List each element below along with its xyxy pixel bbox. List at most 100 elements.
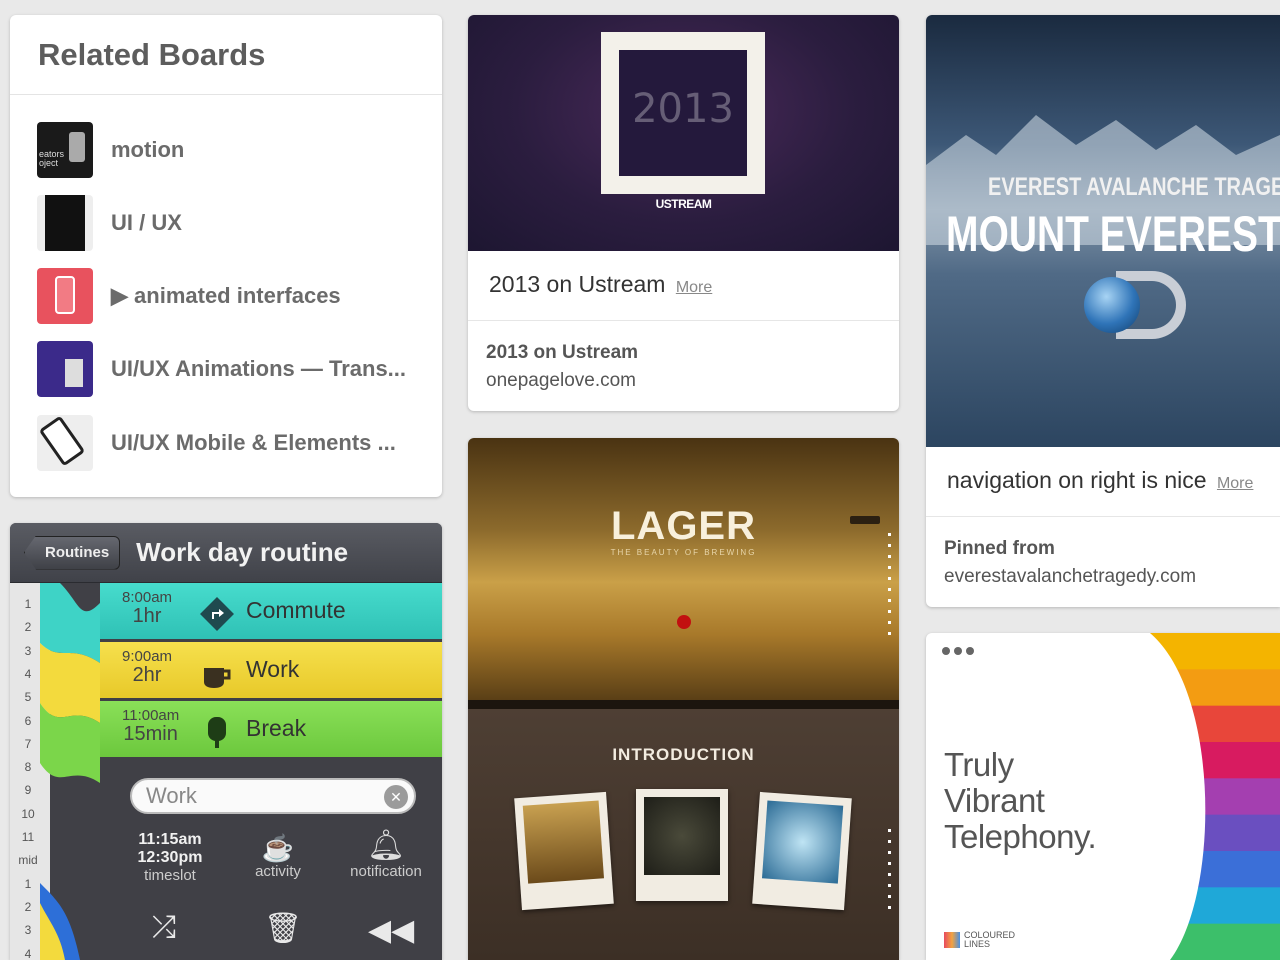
row-name: Break [246, 715, 307, 741]
trash-icon[interactable]: 🗑︎ [264, 911, 302, 946]
lager-intro-section: INTRODUCTION [468, 709, 899, 960]
pin-caption: navigation on right is nice More [926, 447, 1280, 517]
everest-pin-image[interactable]: EVEREST AVALANCHE TRAGED MOUNT EVEREST I… [926, 15, 1280, 447]
board-item-ui-ux[interactable]: UI / UX [37, 195, 182, 251]
ruler-tick: mid [18, 853, 38, 868]
rewind-icon[interactable]: ◀◀ [368, 913, 414, 948]
routine-row-work[interactable]: 9:00am 2hr Work [100, 642, 442, 698]
intro-heading: INTRODUCTION [612, 745, 755, 764]
board-thumbnail [37, 268, 93, 324]
headline: Truly Vibrant Telephony. [944, 746, 1097, 855]
scroll-dot-icon [677, 615, 691, 629]
pin-source[interactable]: Pinned from everestavalanchetragedy.com [926, 517, 1280, 607]
lager-subtitle: THE BEAUTY OF BREWING [610, 548, 757, 557]
lager-hero-image: LAGER THE BEAUTY OF BREWING [468, 438, 899, 700]
bell-icon: 🔔︎ [366, 829, 406, 862]
coloured-lines-logo: COLOURED LINES [944, 931, 1015, 949]
ustream-pin-image[interactable]: 2013 USTREAM [468, 15, 899, 251]
coloured-lines-pin[interactable]: Truly Vibrant Telephony. COLOURED LINES [926, 633, 1280, 960]
headline-line-1: EVEREST AVALANCHE TRAGED [988, 173, 1280, 201]
related-boards-title: Related Boards [10, 15, 442, 95]
board-thumbnail [37, 341, 93, 397]
more-link[interactable]: More [676, 279, 712, 296]
ruler-tick: 5 [24, 690, 32, 705]
activity-search-input[interactable] [132, 780, 372, 812]
activity-button[interactable]: ☕ activity [248, 833, 308, 880]
logo-text: COLOURED LINES [964, 930, 1016, 949]
everest-pin[interactable]: EVEREST AVALANCHE TRAGED MOUNT EVEREST I… [926, 15, 1280, 607]
lager-pin[interactable]: LAGER THE BEAUTY OF BREWING INTRODUCTION [468, 438, 899, 960]
board-thumbnail [37, 195, 93, 251]
routines-back-button[interactable]: Routines [24, 535, 121, 570]
nav-dots [888, 829, 891, 909]
color-stripes [1110, 633, 1280, 960]
polaroid-hops [636, 789, 728, 901]
thumbnail-text: eators oject [39, 149, 65, 168]
more-link[interactable]: More [1217, 475, 1253, 492]
coffee-cup-icon [200, 656, 234, 690]
row-time: 9:00am 2hr [122, 648, 173, 686]
pinned-from-label: Pinned from [944, 538, 1055, 559]
clear-search-icon[interactable]: ✕ [384, 785, 408, 809]
ustream-pin[interactable]: 2013 USTREAM 2013 on Ustream More 2013 o… [468, 15, 899, 411]
routine-row-commute[interactable]: 8:00am 1hr Commute [100, 583, 442, 639]
row-name: Commute [246, 597, 346, 623]
board-thumbnail: eators oject [37, 122, 93, 178]
board-item-ui-ux-mobile[interactable]: UI/UX Mobile & Elements ... [37, 415, 396, 471]
menu-tag [850, 516, 880, 524]
globe-icon [1084, 277, 1140, 333]
polaroid-wheat [514, 791, 614, 911]
routine-header: Routines Work day routine [10, 523, 442, 583]
ruler-tick: 4 [24, 946, 32, 960]
nav-dots [888, 533, 891, 643]
lager-title: LAGER [611, 504, 756, 548]
board-item-ui-ux-animations[interactable]: UI/UX Animations — Trans... [37, 341, 406, 397]
notification-button[interactable]: 🔔︎ notification [340, 829, 432, 880]
routine-app-pin[interactable]: Routines Work day routine 1 2 3 4 5 6 7 8 9 10 11 m… [10, 523, 442, 960]
shuffle-icon[interactable]: ⤮ [152, 911, 176, 945]
coffee-cup-icon: ☕ [261, 833, 295, 863]
related-boards-panel: Related Boards eators oject motion UI / … [10, 15, 442, 497]
year-frame: 2013 [601, 32, 765, 194]
source-domain[interactable]: everestavalanchetragedy.com [944, 566, 1262, 588]
route-sign-icon [200, 597, 234, 631]
ruler-tick: 7 [24, 736, 32, 751]
ruler-tick: 9 [24, 783, 32, 798]
ruler-tick: 2 [24, 620, 32, 635]
ruler-tick: 8 [24, 760, 32, 775]
ruler-tick: 4 [24, 666, 32, 681]
board-item-motion[interactable]: eators oject motion [37, 122, 184, 178]
pin-caption-text: navigation on right is nice [947, 467, 1207, 493]
source-title: 2013 on Ustream [486, 342, 639, 363]
ustream-logo: USTREAM [655, 197, 712, 211]
pin-caption-text: 2013 on Ustream [489, 271, 666, 297]
board-label: UI/UX Animations — Trans... [111, 356, 407, 381]
row-time: 8:00am 1hr [122, 589, 173, 627]
window-dots [942, 647, 974, 655]
ruler-tick: 10 [21, 806, 35, 821]
image-year-text: 2013 [632, 86, 734, 132]
activity-search-field[interactable]: ✕ [130, 778, 416, 814]
logo-mark-icon [944, 932, 960, 948]
popsicle-icon [200, 715, 234, 749]
headline-line-2: MOUNT EVEREST IN [946, 206, 1280, 262]
board-item-animated-interfaces[interactable]: ▶ animated interfaces [37, 268, 341, 324]
nav-bar [468, 700, 899, 709]
board-label: UI/UX Mobile & Elements ... [111, 430, 396, 455]
routine-title: Work day routine [136, 537, 349, 567]
board-label: UI / UX [111, 210, 182, 235]
timeslot-info[interactable]: 11:15am 12:30pm timeslot [130, 831, 210, 884]
pin-caption: 2013 on Ustream More [468, 251, 899, 321]
board-thumbnail [37, 415, 93, 471]
routine-row-break[interactable]: 11:00am 15min Break [100, 701, 442, 757]
ruler-tick: 3 [24, 643, 32, 658]
ruler-tick: 2 [24, 899, 32, 914]
board-label: ▶ animated interfaces [111, 283, 341, 308]
source-domain[interactable]: onepagelove.com [486, 370, 881, 392]
row-name: Work [246, 656, 300, 682]
pin-source[interactable]: 2013 on Ustream onepagelove.com [468, 321, 899, 411]
timeline-bands [40, 583, 100, 960]
row-time: 11:00am 15min [122, 707, 180, 745]
ruler-tick: 6 [24, 713, 32, 728]
polaroid-water [752, 791, 852, 911]
